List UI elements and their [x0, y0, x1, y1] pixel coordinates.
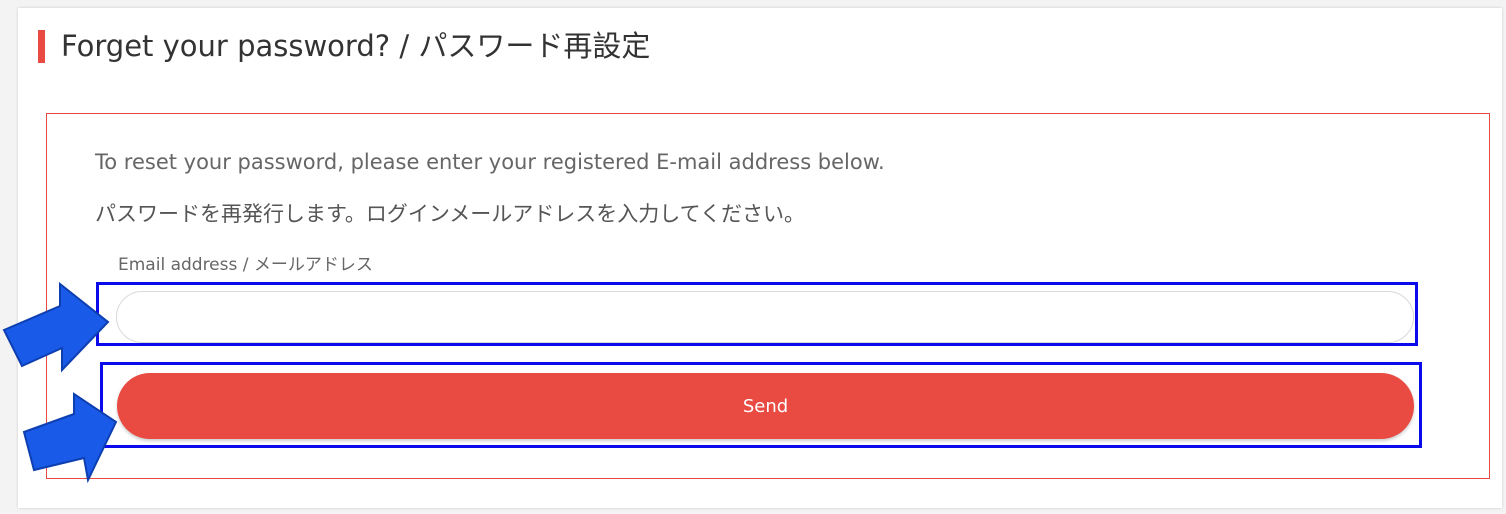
instructions-japanese: パスワードを再発行します。ログインメールアドレスを入力してください。: [95, 202, 806, 226]
send-button[interactable]: Send: [117, 373, 1414, 439]
email-field[interactable]: [116, 291, 1414, 343]
title-accent-bar: [38, 30, 45, 63]
page-title: Forget your password? / パスワード再設定: [61, 29, 651, 63]
email-field-label: Email address / メールアドレス: [118, 255, 373, 275]
instructions-english: To reset your password, please enter you…: [95, 150, 885, 174]
